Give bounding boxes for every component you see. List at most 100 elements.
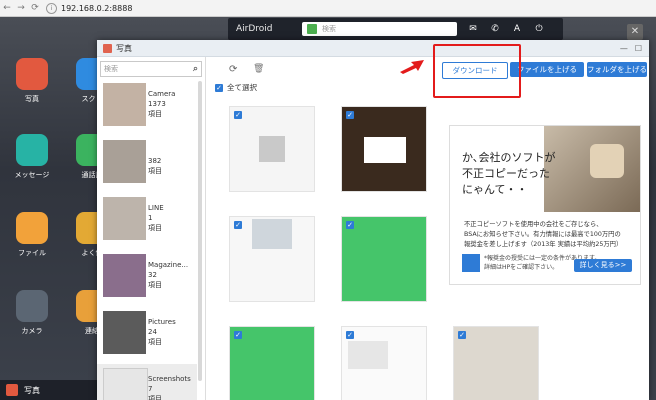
photo-thumbnail: [252, 219, 292, 249]
album-thumbnail: [103, 311, 146, 354]
photo-thumbnail: [364, 137, 406, 163]
advertisement[interactable]: ▷✕ か､会社のソフトが 不正コピーだった にゃんて・・ 不正コピーソフトを使用…: [449, 125, 641, 285]
select-all-checkbox[interactable]: ✓: [215, 83, 223, 92]
album-thumbnail: [103, 254, 146, 297]
app-camera[interactable]: カメラ: [2, 290, 62, 336]
photo-checkbox[interactable]: ✓: [346, 331, 354, 339]
reload-icon[interactable]: ⟳: [28, 3, 42, 13]
album-thumbnail: [103, 83, 146, 126]
photos-icon: [103, 43, 112, 53]
photo-card[interactable]: ✓: [229, 326, 315, 400]
photo-checkbox[interactable]: ✓: [234, 331, 242, 339]
browser-address-bar: ← → ⟳ i 192.168.0.2:8888: [0, 0, 656, 17]
photos-icon: [6, 384, 18, 396]
refresh-icon[interactable]: ⟳: [229, 64, 237, 75]
photos-icon: [16, 58, 48, 90]
album-unit: 項目: [148, 110, 162, 118]
mail-icon[interactable]: ✉: [467, 24, 479, 34]
album-name: Magazine...: [148, 261, 189, 269]
album-search[interactable]: 検索 ⌕: [100, 61, 202, 77]
album-count: 1: [148, 214, 153, 222]
app-label: ファイル: [18, 249, 46, 257]
album-item[interactable]: 382 項目: [97, 136, 197, 190]
album-item[interactable]: Camera 1373 項目: [97, 79, 197, 133]
font-icon[interactable]: A: [511, 24, 523, 34]
album-name: Pictures: [148, 318, 176, 326]
select-all[interactable]: ✓ 全て選択: [215, 82, 257, 93]
album-item[interactable]: Magazine... 32 項目: [97, 250, 197, 304]
app-label: メッセージ: [14, 171, 50, 179]
topbar-search[interactable]: 検索: [302, 22, 457, 36]
photo-checkbox[interactable]: ✓: [234, 111, 242, 119]
photo-card[interactable]: ✓: [229, 106, 315, 192]
ad-body: 報奨金を差し上げます（2013年 実績は平均約25万円）: [464, 241, 623, 248]
photo-checkbox[interactable]: ✓: [458, 331, 466, 339]
album-name: Screenshots: [148, 375, 191, 383]
screenshot-thumbnail: [259, 136, 285, 162]
photo-card[interactable]: ✓: [341, 106, 427, 192]
search-icon[interactable]: ⌕: [193, 64, 198, 74]
album-thumbnail: [103, 197, 146, 240]
info-icon[interactable]: i: [46, 2, 57, 14]
taskbar-label: 写真: [24, 385, 40, 395]
red-arrow-icon: [400, 60, 424, 74]
url-field[interactable]: 192.168.0.2:8888: [61, 4, 132, 13]
app-photos[interactable]: 写真: [2, 58, 62, 104]
upload-folder-button[interactable]: フォルダを上げる: [587, 62, 647, 77]
ad-cta-button[interactable]: 詳しく見る>>: [574, 259, 632, 272]
ad-body: BSAにお知らせ下さい。有力情報には最高で100万円の: [464, 231, 621, 238]
album-thumbnail: [103, 368, 148, 400]
album-item-selected[interactable]: Screenshots 7 項目: [97, 364, 197, 400]
album-search-placeholder: 検索: [104, 65, 118, 73]
photo-thumbnail: [348, 341, 388, 369]
photo-checkbox[interactable]: ✓: [346, 221, 354, 229]
album-thumbnail: [103, 140, 146, 183]
album-count: 382: [148, 157, 162, 165]
photo-card[interactable]: ✓: [341, 216, 427, 302]
window-titlebar[interactable]: 写真 — ☐: [97, 40, 649, 57]
minimize-icon[interactable]: —: [620, 44, 628, 53]
ad-headline: か､会社のソフトが: [462, 151, 556, 164]
photo-checkbox[interactable]: ✓: [346, 111, 354, 119]
bsa-logo: [462, 254, 480, 272]
phone-icon[interactable]: ✆: [489, 24, 501, 34]
app-files[interactable]: ファイル: [2, 212, 62, 258]
photo-checkbox[interactable]: ✓: [234, 221, 242, 229]
album-unit: 項目: [148, 167, 162, 175]
maximize-icon[interactable]: ☐: [635, 44, 642, 53]
app-label: カメラ: [21, 327, 43, 335]
album-item[interactable]: Pictures 24 項目: [97, 307, 197, 361]
album-count: 1373: [148, 100, 166, 108]
photo-card[interactable]: ✓: [341, 326, 427, 400]
power-icon[interactable]: ⏻: [533, 24, 545, 34]
close-icon[interactable]: ✕: [627, 24, 643, 40]
photos-window: 写真 — ☐ 検索 ⌕ Camera 1373 項目 382 項目 LINE 1 項目 M…: [97, 40, 649, 400]
sidebar-scrollbar[interactable]: [198, 81, 202, 381]
album-unit: 項目: [148, 338, 162, 346]
airdroid-topbar: AirDroid 検索 ✉ ✆ A ⏻: [228, 18, 563, 40]
album-name: Camera: [148, 90, 176, 98]
app-messages[interactable]: メッセージ: [2, 134, 62, 180]
album-count: 7: [148, 385, 153, 393]
window-title: 写真: [116, 43, 132, 53]
photo-card[interactable]: ✓: [229, 216, 315, 302]
back-icon[interactable]: ←: [0, 3, 14, 13]
camera-icon: [16, 290, 48, 322]
ad-cat: [590, 144, 624, 178]
album-count: 24: [148, 328, 157, 336]
album-unit: 項目: [148, 281, 162, 289]
upload-file-button[interactable]: ファイルを上げる: [510, 62, 584, 77]
app-label: 写真: [25, 95, 39, 103]
album-name: LINE: [148, 204, 164, 212]
album-sidebar: 検索 ⌕ Camera 1373 項目 382 項目 LINE 1 項目 Magazine…: [97, 57, 206, 400]
trash-icon[interactable]: 🗑: [253, 64, 264, 74]
album-unit: 項目: [148, 224, 162, 232]
forward-icon[interactable]: →: [14, 3, 28, 13]
ad-headline: 不正コピーだった: [462, 167, 550, 180]
photo-card[interactable]: ✓: [453, 326, 539, 400]
airdroid-logo: AirDroid: [236, 24, 273, 34]
taskbar-photos[interactable]: 写真: [0, 380, 97, 400]
message-icon: [16, 134, 48, 166]
album-unit: 項目: [148, 395, 162, 400]
album-item[interactable]: LINE 1 項目: [97, 193, 197, 247]
